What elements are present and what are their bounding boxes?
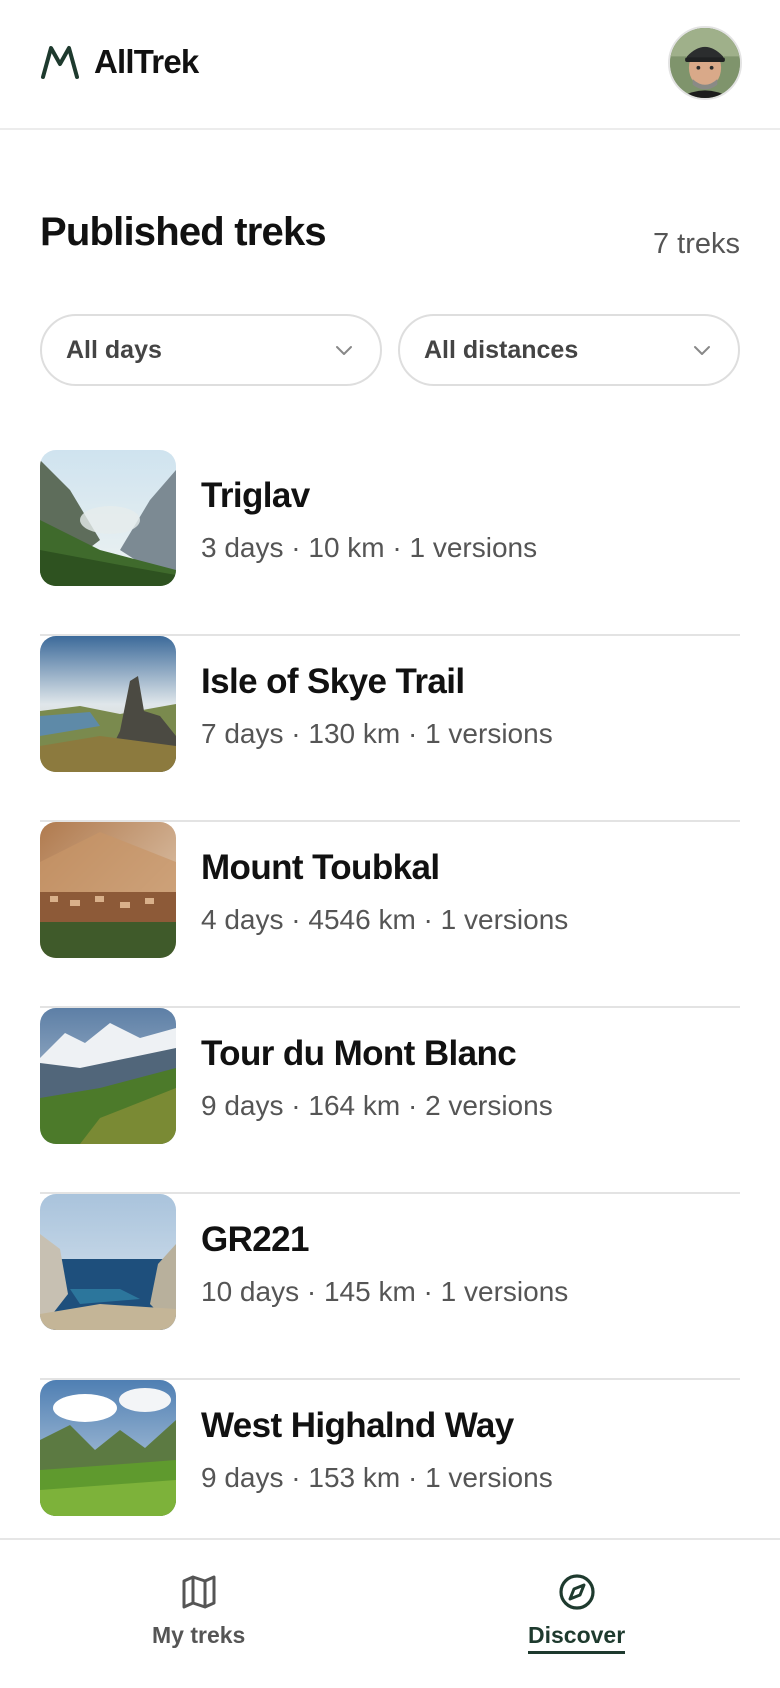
trek-count: 7 treks	[652, 228, 740, 260]
page: AllTrek Published treks 7 treks All days…	[0, 0, 780, 1688]
trek-thumbnail	[40, 636, 176, 772]
trek-name: Isle of Skye Trail	[201, 662, 465, 701]
trek-name: GR221	[201, 1220, 310, 1259]
trek-name: Mount Toubkal	[201, 848, 440, 887]
trek-thumbnail	[40, 822, 176, 958]
distances-filter-label: All distances	[424, 335, 579, 364]
trek-name: West Highalnd Way	[201, 1406, 514, 1445]
nav-my-treks[interactable]: My treks	[152, 1572, 245, 1649]
trek-meta: 9 days · 164 km · 2 versions	[201, 1090, 553, 1121]
trek-list: Triglav 3 days · 10 km · 1 versions Isle…	[40, 450, 740, 1566]
trek-meta: 4 days · 4546 km · 1 versions	[201, 904, 569, 935]
trek-meta: 10 days · 145 km · 1 versions	[201, 1276, 569, 1307]
days-filter-label: All days	[66, 335, 162, 364]
distances-filter-select[interactable]: All distances	[398, 314, 740, 386]
trek-thumbnail	[40, 1380, 176, 1516]
nav-discover[interactable]: Discover	[528, 1572, 626, 1654]
chevron-down-icon	[336, 346, 352, 355]
map-icon	[182, 1575, 216, 1609]
trek-list-item[interactable]: Mount Toubkal 4 days · 4546 km · 1 versi…	[40, 822, 740, 1008]
trek-thumbnail	[40, 1008, 176, 1144]
trek-meta: 7 days · 130 km · 1 versions	[201, 718, 553, 749]
user-avatar[interactable]	[668, 26, 742, 100]
days-filter-select[interactable]: All days	[40, 314, 382, 386]
bottom-navigation: My treks Discover	[0, 1538, 780, 1688]
nav-discover-label: Discover	[528, 1622, 626, 1654]
trek-thumbnail	[40, 450, 176, 586]
chevron-down-icon	[694, 346, 710, 355]
app-header: AllTrek	[0, 0, 780, 130]
mountain-logo-icon	[41, 46, 79, 79]
avatar-image	[670, 28, 740, 98]
page-title: Published treks	[40, 210, 327, 254]
trek-list-item[interactable]: Tour du Mont Blanc 9 days · 164 km · 2 v…	[40, 1008, 740, 1194]
trek-list-item[interactable]: Isle of Skye Trail 7 days · 130 km · 1 v…	[40, 636, 740, 822]
trek-list-item[interactable]: Triglav 3 days · 10 km · 1 versions	[40, 450, 740, 636]
nav-my-treks-label: My treks	[152, 1622, 246, 1648]
compass-icon	[558, 1574, 595, 1610]
trek-meta: 3 days · 10 km · 1 versions	[201, 532, 538, 563]
trek-thumbnail	[40, 1194, 176, 1330]
brand-name: AllTrek	[94, 43, 199, 80]
trek-name: Tour du Mont Blanc	[201, 1034, 517, 1073]
trek-list-item[interactable]: GR221 10 days · 145 km · 1 versions	[40, 1194, 740, 1380]
trek-name: Triglav	[201, 476, 310, 515]
brand-logo[interactable]: AllTrek	[40, 42, 199, 82]
trek-meta: 9 days · 153 km · 1 versions	[201, 1462, 553, 1493]
